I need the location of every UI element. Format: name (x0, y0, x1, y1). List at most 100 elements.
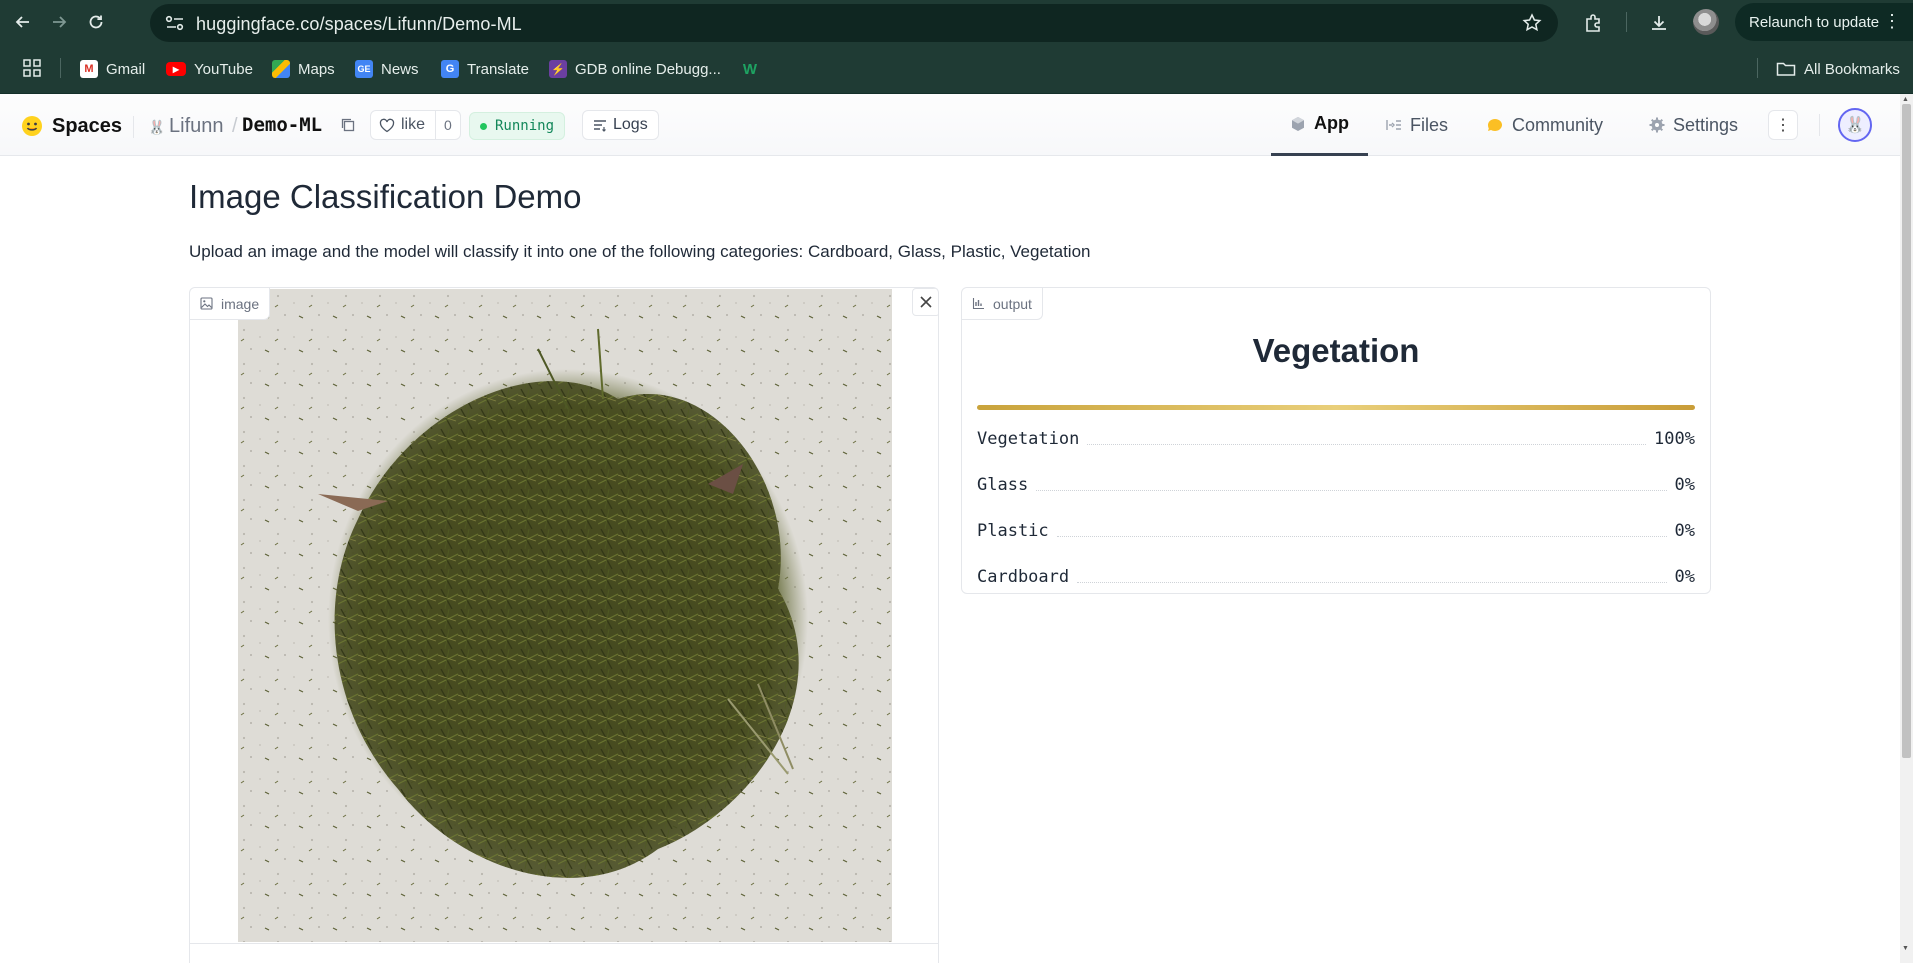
relaunch-button[interactable]: Relaunch to update ⋮ (1735, 3, 1913, 41)
user-avatar-icon: 🐰 (1845, 117, 1865, 134)
confidence-row[interactable]: Glass 0% (977, 462, 1695, 508)
confidence-row[interactable]: Plastic 0% (977, 508, 1695, 554)
reload-icon (89, 15, 103, 29)
apps-grid-icon[interactable] (23, 59, 41, 77)
image-input-panel[interactable]: image (189, 287, 939, 963)
tab-files[interactable]: Files (1386, 94, 1448, 156)
page-title: Image Classification Demo (189, 178, 582, 215)
bookmark-label: GDB online Debugg... (575, 60, 721, 78)
bookmark-youtube[interactable]: ▶ YouTube (166, 58, 253, 80)
browser-toolbar: huggingface.co/spaces/Lifunn/Demo-ML Rel… (0, 0, 1913, 44)
scrollbar-thumb[interactable] (1902, 104, 1911, 758)
all-bookmarks-label: All Bookmarks (1804, 60, 1900, 78)
extensions-button[interactable] (1579, 9, 1607, 37)
page-description: Upload an image and the model will class… (189, 242, 1091, 261)
image-icon (200, 297, 213, 310)
forward-arrow-icon (53, 16, 67, 28)
bookmark-label: YouTube (194, 60, 253, 78)
back-arrow-icon (15, 16, 29, 28)
confidence-row[interactable]: Vegetation 100% (977, 416, 1695, 462)
kebab-menu-icon[interactable]: ⋮ (1883, 12, 1901, 30)
downloads-button[interactable] (1645, 9, 1673, 37)
status-badge: Running (469, 112, 566, 140)
confidence-row[interactable]: Cardboard 0% (977, 554, 1695, 600)
uploaded-image (238, 289, 892, 942)
dotted-leader (1087, 443, 1647, 445)
spaces-link[interactable]: Spaces (52, 115, 122, 138)
w-icon: W (742, 60, 758, 78)
tab-app[interactable]: App (1271, 94, 1368, 156)
user-avatar[interactable]: 🐰 (1838, 108, 1872, 142)
hf-header: Spaces 🐰 Lifunn / Demo-ML like 0 Running… (0, 94, 1900, 156)
repo-name[interactable]: Demo-ML (242, 114, 322, 136)
confidence-label: Glass (977, 475, 1037, 495)
more-options-button[interactable]: ⋮ (1768, 110, 1798, 140)
confidence-value: 0% (1666, 521, 1695, 541)
hugging-face-logo-icon[interactable] (20, 114, 44, 138)
image-label-text: image (221, 295, 260, 312)
bookmark-w[interactable]: W (741, 58, 759, 80)
bookmark-maps[interactable]: Maps (272, 58, 335, 80)
back-button[interactable] (9, 8, 37, 36)
scroll-up-arrow-icon[interactable]: ▲ (1902, 96, 1909, 103)
logs-label: Logs (613, 116, 648, 133)
close-icon (920, 296, 932, 308)
bookmark-label: Maps (298, 60, 335, 78)
community-icon (1486, 117, 1504, 133)
bookmark-gdb[interactable]: ⚡ GDB online Debugg... (549, 58, 721, 80)
logs-button[interactable]: Logs (582, 110, 659, 140)
bookmark-label: News (381, 60, 419, 78)
toolbar-divider (1626, 12, 1627, 32)
tab-label: App (1314, 113, 1349, 133)
site-info-icon[interactable] (164, 13, 186, 33)
reload-button[interactable] (82, 8, 110, 36)
confidence-label: Plastic (977, 521, 1057, 541)
download-icon (1652, 16, 1666, 30)
clear-image-button[interactable] (912, 288, 938, 316)
bookmark-label: Translate (467, 60, 529, 78)
news-icon: GE (355, 60, 373, 78)
url-text[interactable]: huggingface.co/spaces/Lifunn/Demo-ML (196, 14, 522, 35)
dotted-leader (1056, 535, 1667, 537)
files-icon (1386, 118, 1402, 132)
tab-label: Settings (1673, 114, 1739, 135)
dotted-leader (1036, 489, 1667, 491)
like-button[interactable]: like 0 (370, 110, 461, 140)
image-toolbar (190, 943, 938, 963)
address-bar[interactable]: huggingface.co/spaces/Lifunn/Demo-ML (150, 4, 1558, 42)
owner-link[interactable]: Lifunn (169, 115, 224, 138)
heart-icon (379, 118, 395, 132)
bookmark-gmail[interactable]: M Gmail (80, 58, 145, 80)
cube-icon (1290, 116, 1306, 132)
status-label: Running (495, 118, 555, 134)
status-dot-icon (480, 122, 487, 130)
tab-community[interactable]: Community (1486, 94, 1603, 156)
confidence-bar (977, 405, 1695, 410)
tab-label: Community (1512, 114, 1604, 135)
output-panel-label: output (962, 288, 1043, 320)
tab-label: Files (1410, 114, 1449, 135)
youtube-icon: ▶ (166, 62, 186, 76)
confidence-label: Vegetation (977, 429, 1088, 449)
gmail-icon: M (80, 60, 98, 78)
bookmark-star-icon[interactable] (1522, 13, 1542, 33)
all-bookmarks[interactable]: All Bookmarks (1776, 58, 1900, 80)
logs-icon (594, 120, 606, 132)
confidence-list: Vegetation 100% Glass 0% Plastic 0% Card… (977, 416, 1695, 600)
forward-button[interactable] (45, 8, 73, 36)
output-label-text: output (993, 295, 1032, 312)
bar-chart-icon (972, 298, 984, 310)
tab-settings[interactable]: Settings (1649, 94, 1738, 156)
profile-avatar[interactable] (1693, 9, 1719, 35)
bookmark-translate[interactable]: G Translate (441, 58, 529, 80)
translate-icon: G (441, 60, 459, 78)
predicted-label: Vegetation (1252, 332, 1420, 369)
folder-icon (1776, 62, 1796, 76)
confidence-value: 0% (1666, 567, 1695, 587)
confidence-value: 0% (1666, 475, 1695, 495)
bookmark-news[interactable]: GE News (355, 58, 419, 80)
copy-icon[interactable] (340, 117, 356, 133)
scroll-down-arrow-icon[interactable]: ▼ (1902, 945, 1909, 952)
kebab-menu-icon: ⋮ (1775, 117, 1791, 134)
gear-icon (1649, 117, 1665, 133)
